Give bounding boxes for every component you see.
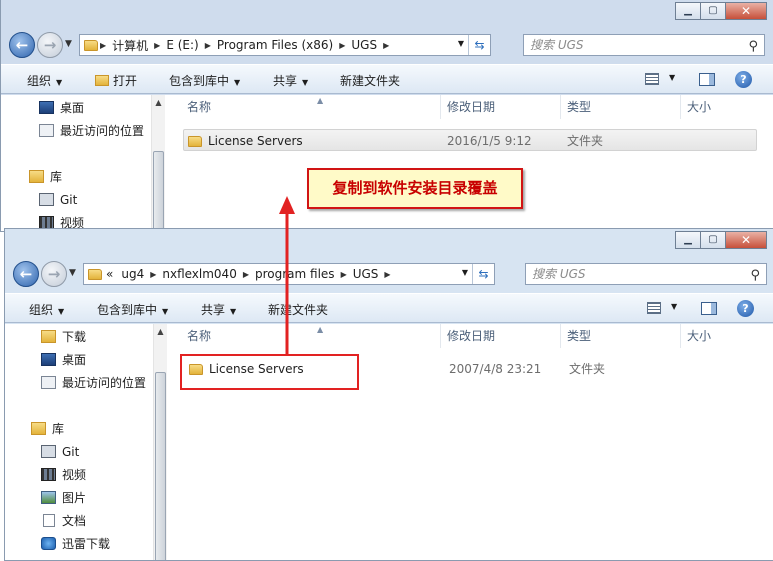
annotation-callout: 复制到软件安装目录覆盖 <box>307 168 523 209</box>
annotation-arrow <box>279 196 295 355</box>
